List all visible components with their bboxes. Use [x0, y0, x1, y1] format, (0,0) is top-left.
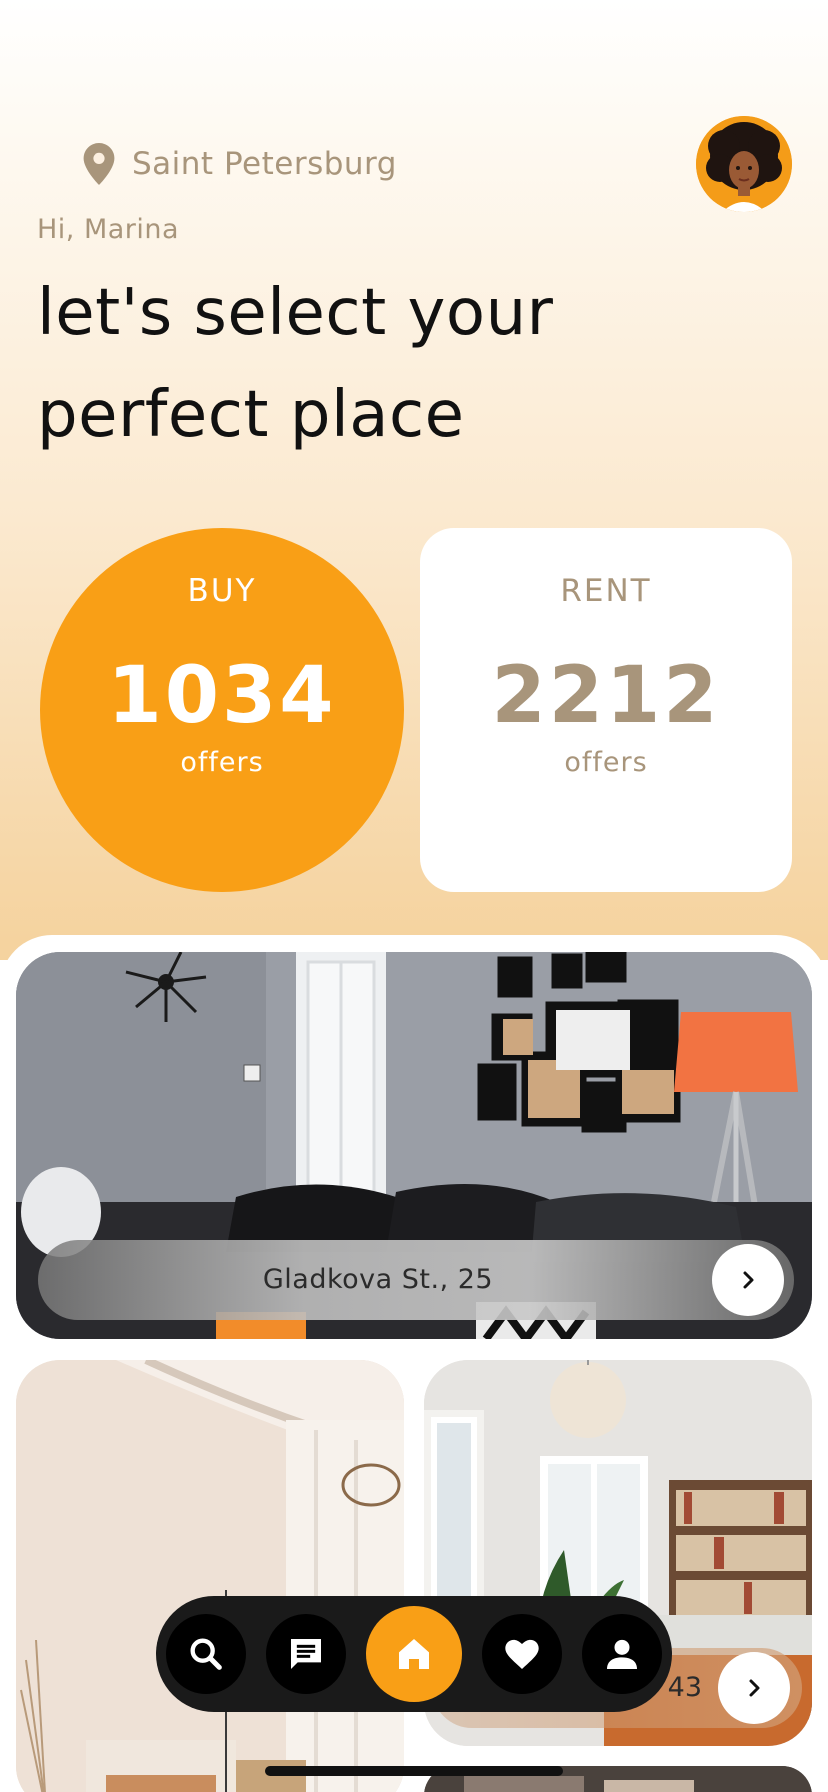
listing-open-button[interactable]: [718, 1652, 790, 1724]
location-label: Saint Petersburg: [132, 146, 397, 182]
listing-card[interactable]: [16, 1360, 404, 1792]
chevron-right-icon: [743, 1271, 754, 1289]
nav-profile[interactable]: [582, 1614, 662, 1694]
headline-line-1: let's select your: [37, 276, 554, 350]
rent-label: RENT: [560, 573, 652, 609]
listing-open-button[interactable]: [712, 1244, 784, 1316]
location-selector[interactable]: Saint Petersburg: [82, 140, 397, 188]
rent-offers-card[interactable]: RENT 2212 offers: [420, 528, 792, 892]
chevron-right-icon: [749, 1679, 760, 1697]
profile-icon: [607, 1639, 637, 1669]
buy-count: 1034: [107, 651, 337, 741]
home-icon: [399, 1639, 429, 1669]
listing-address-bar[interactable]: Gladkova St., 25: [38, 1240, 794, 1320]
buy-offers-card[interactable]: BUY 1034 offers: [40, 528, 404, 892]
headline-line-2: perfect place: [37, 378, 465, 452]
greeting: Hi, Marina: [37, 214, 180, 245]
buy-offers-label: offers: [180, 747, 264, 778]
location-pin-icon: [83, 143, 115, 185]
page-title: let's select your perfect place: [37, 262, 777, 466]
chat-icon: [291, 1639, 321, 1669]
bottom-navigation: [156, 1596, 672, 1712]
listing-photo: [16, 1360, 404, 1792]
listing-address: Gladkova St., 25: [262, 1264, 494, 1295]
user-avatar-image: [696, 116, 792, 212]
nav-search[interactable]: [166, 1614, 246, 1694]
listing-card[interactable]: Gladkova St., 25: [16, 952, 812, 1339]
nav-messages[interactable]: [266, 1614, 346, 1694]
buy-label: BUY: [187, 573, 257, 609]
heart-icon: [505, 1639, 539, 1669]
rent-offers-label: offers: [564, 747, 648, 778]
avatar[interactable]: [696, 116, 792, 212]
search-icon: [190, 1638, 222, 1670]
nav-home[interactable]: [366, 1606, 462, 1702]
rent-count: 2212: [491, 651, 721, 741]
home-indicator[interactable]: [265, 1766, 563, 1776]
nav-favorites[interactable]: [482, 1614, 562, 1694]
